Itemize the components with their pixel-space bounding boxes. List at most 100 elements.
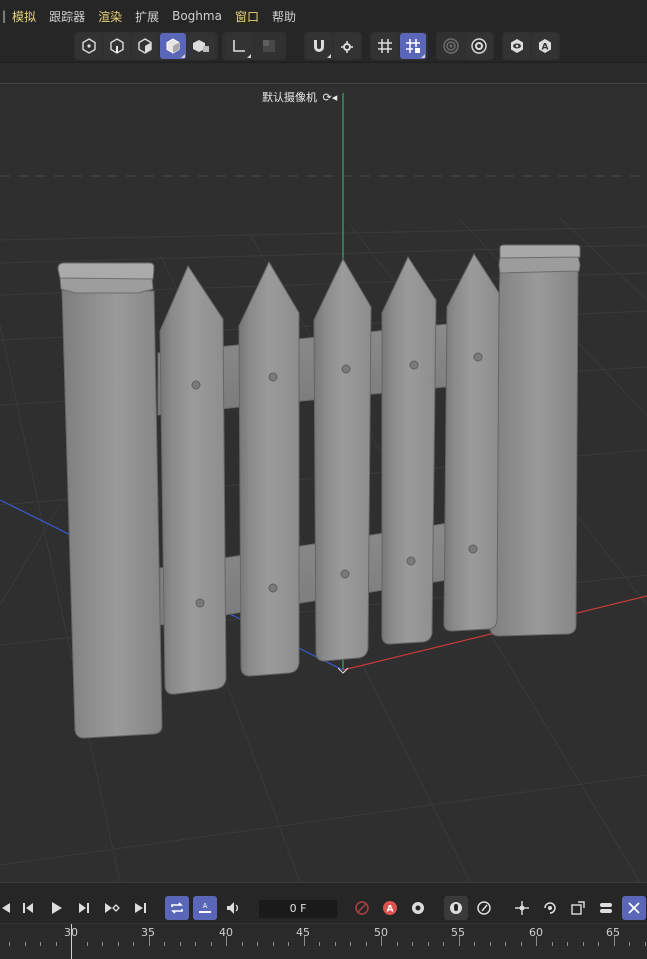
ruler-tick	[427, 942, 429, 946]
ruler-tick	[536, 936, 537, 946]
viewport-solo-icon[interactable]	[504, 33, 530, 59]
key-scale-icon[interactable]	[566, 896, 590, 920]
menu-item-boghma[interactable]: Boghma	[172, 9, 222, 23]
camera-name: 默认摄像机	[262, 91, 317, 104]
picket-4	[381, 255, 437, 645]
modeling-settings-icon[interactable]	[466, 33, 492, 59]
playhead[interactable]	[71, 924, 72, 959]
motion-record-icon[interactable]	[444, 896, 468, 920]
workplane-grid-icon[interactable]	[400, 33, 426, 59]
ruler-tick	[40, 942, 41, 946]
attribute-icon[interactable]: A	[532, 33, 558, 59]
3d-viewport[interactable]: 默认摄像机 ⟳◂	[0, 85, 647, 882]
menu-item-tracker[interactable]: 跟踪器	[49, 8, 85, 25]
menu-item-help[interactable]: 帮助	[272, 8, 296, 25]
model-mode-icon[interactable]	[160, 33, 186, 59]
ruler-tick	[9, 942, 10, 946]
points-mode-icon[interactable]	[76, 33, 102, 59]
camera-label[interactable]: 默认摄像机 ⟳◂	[262, 89, 337, 105]
picket-1	[159, 264, 227, 695]
autokey-icon[interactable]: A	[378, 896, 402, 920]
svg-text:A: A	[387, 905, 394, 915]
edges-mode-icon[interactable]	[104, 33, 130, 59]
soft-selection-icon[interactable]	[438, 33, 464, 59]
ruler-tick	[334, 942, 336, 946]
snap-magnet-icon[interactable]	[306, 33, 332, 59]
ruler-tick	[396, 942, 398, 946]
svg-text:A: A	[542, 43, 549, 53]
right-post	[489, 244, 581, 637]
left-post	[57, 262, 163, 739]
grid-icon[interactable]	[372, 33, 398, 59]
texture-mode-icon[interactable]	[188, 33, 214, 59]
camera-cycle-icon[interactable]: ⟳◂	[323, 91, 338, 104]
ruler-tick	[241, 942, 243, 946]
ruler-tick	[55, 942, 57, 946]
ruler-tick	[443, 942, 444, 946]
ruler-tick	[365, 942, 367, 946]
axis-icon[interactable]	[226, 33, 252, 59]
current-frame-field[interactable]: 0 F	[259, 900, 337, 918]
ruler-tick	[24, 942, 26, 946]
key-position-icon[interactable]	[510, 896, 534, 920]
record-keys-icon[interactable]	[350, 896, 374, 920]
playback-range-icon[interactable]: A	[193, 896, 217, 920]
step-forward-frame-icon[interactable]	[72, 896, 96, 920]
play-forward-icon[interactable]	[44, 896, 68, 920]
ruler-tick	[567, 942, 568, 946]
workplane-icon[interactable]	[256, 33, 282, 59]
ruler-tick	[117, 942, 119, 946]
viewport-scene	[0, 93, 647, 882]
ruler-tick	[551, 942, 553, 946]
menu-item-window[interactable]: 窗口	[235, 8, 259, 25]
ruler-tick	[458, 936, 460, 946]
menu-item-simulate[interactable]: 模拟	[12, 8, 36, 25]
ruler-tick	[210, 942, 212, 946]
go-to-next-key-icon[interactable]	[100, 896, 124, 920]
ruler-tick	[226, 936, 227, 946]
key-point-level-icon[interactable]	[622, 896, 646, 920]
ruler-tick	[629, 942, 630, 946]
ruler-tick	[288, 942, 289, 946]
menu-item-extensions[interactable]: 扩展	[135, 8, 159, 25]
picket-3	[313, 257, 372, 662]
ruler-tick	[164, 942, 165, 946]
picket-2	[238, 260, 300, 677]
key-settings-icon[interactable]	[406, 896, 430, 920]
ruler-tick	[86, 942, 88, 946]
ruler-tick	[179, 942, 181, 946]
motion-system-icon[interactable]	[472, 896, 496, 920]
ruler-tick	[520, 942, 522, 946]
ruler-tick	[350, 942, 351, 946]
ruler-tick	[598, 942, 599, 946]
timeline-bar: A 0 F A 30 35 40 45 50 55 60 65	[0, 882, 647, 959]
viewport-header-strip	[0, 62, 647, 84]
ruler-tick	[381, 936, 382, 946]
ruler-tick	[613, 936, 615, 946]
mode-toolbar: A	[0, 32, 647, 62]
ruler-tick	[644, 942, 646, 946]
key-parameter-icon[interactable]	[594, 896, 618, 920]
ruler-tick	[319, 942, 320, 946]
menu-item-cut[interactable]: |	[2, 9, 6, 23]
timeline-ruler[interactable]: 30 35 40 45 50 55 60 65	[0, 923, 647, 959]
ruler-tick	[133, 942, 134, 946]
ruler-tick	[102, 942, 103, 946]
picket-5	[443, 252, 500, 632]
ruler-tick	[272, 942, 274, 946]
ruler-tick	[474, 942, 475, 946]
ruler-tick	[257, 942, 258, 946]
snap-settings-icon[interactable]	[334, 33, 360, 59]
menu-item-render[interactable]: 渲染	[98, 8, 122, 25]
sound-icon[interactable]	[221, 896, 245, 920]
ruler-tick	[505, 942, 506, 946]
go-to-end-icon[interactable]	[128, 896, 152, 920]
loop-icon[interactable]	[165, 896, 189, 920]
svg-text:A: A	[203, 902, 208, 910]
step-back-frame-icon[interactable]	[16, 896, 40, 920]
menu-bar: | 模拟 跟踪器 渲染 扩展 Boghma 窗口 帮助	[0, 0, 647, 32]
key-rotation-icon[interactable]	[538, 896, 562, 920]
polygons-mode-icon[interactable]	[132, 33, 158, 59]
ruler-tick	[489, 942, 491, 946]
ruler-tick	[148, 936, 150, 946]
